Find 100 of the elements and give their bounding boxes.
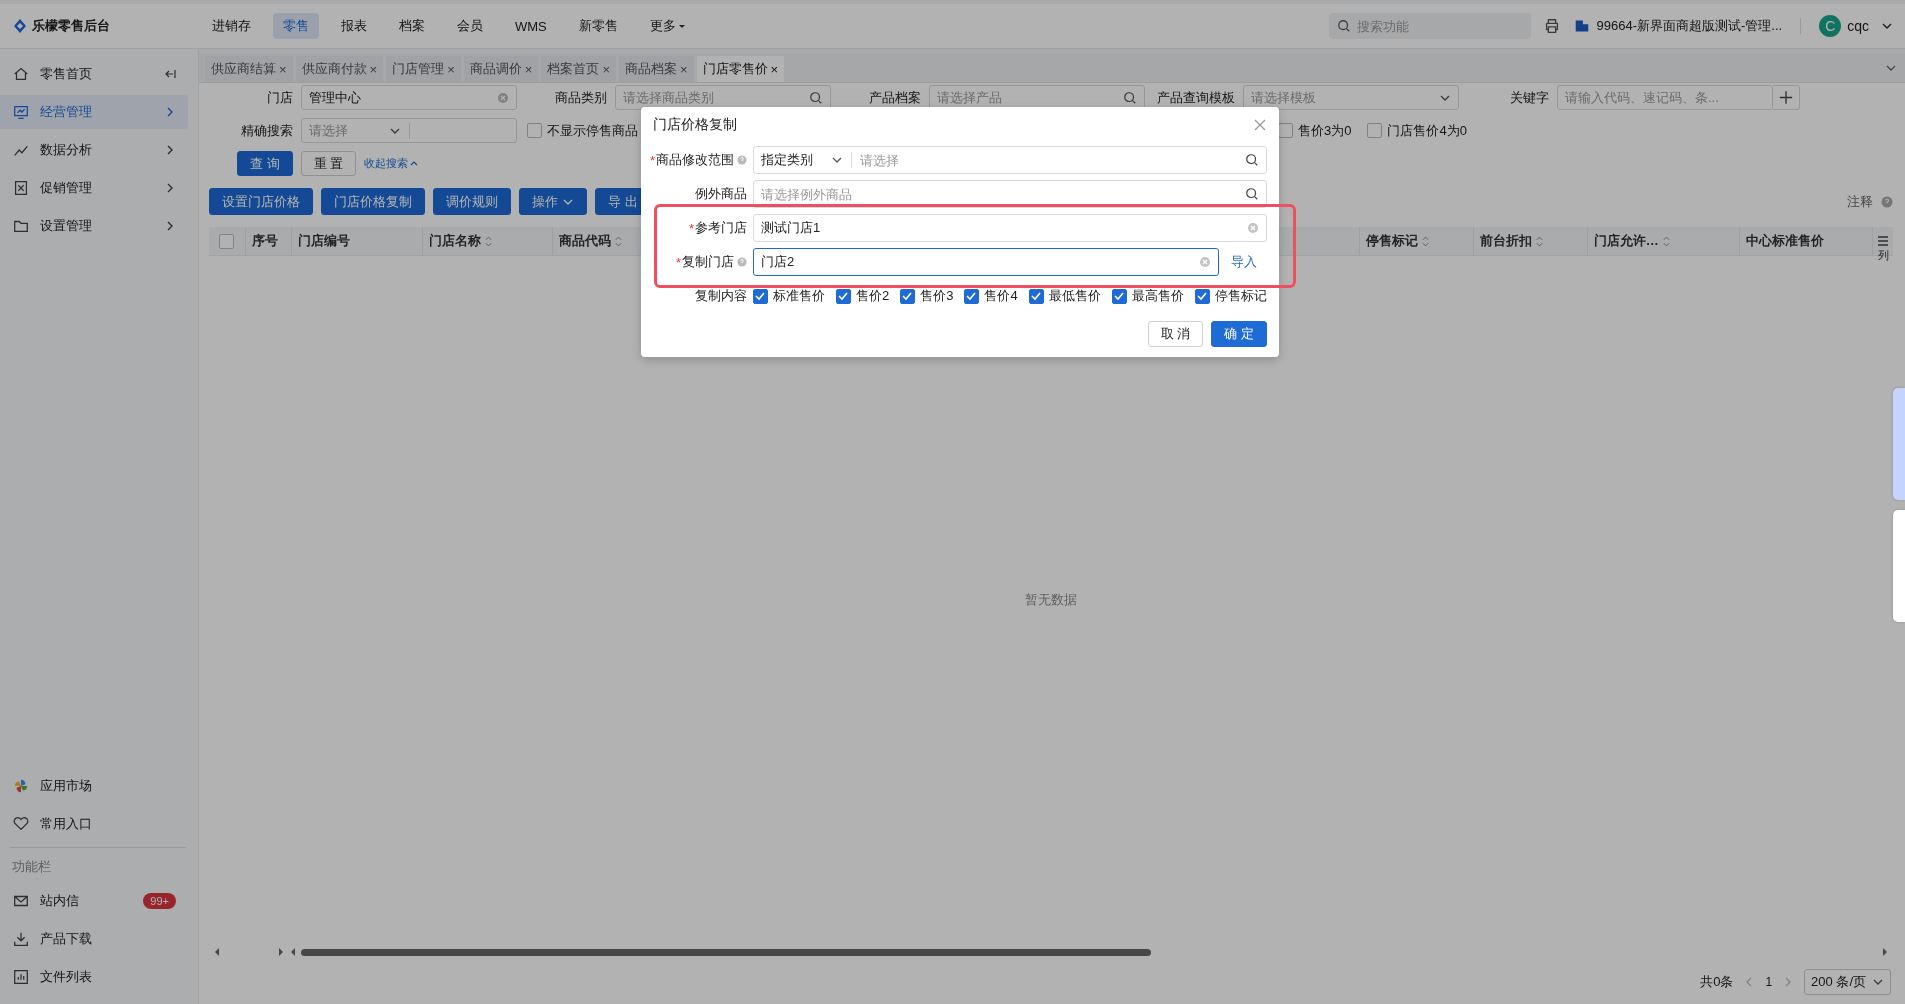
total-count: 共0条 (1700, 973, 1734, 991)
checkbox-label: 最高售价 (1131, 287, 1184, 305)
checkbox-label: 售价4 (984, 287, 1018, 305)
field-label: 精确搜索 (240, 121, 293, 140)
input-field[interactable]: 请选择 (309, 123, 385, 138)
page-tab[interactable]: 供应商付款 × (295, 56, 384, 82)
org-name[interactable]: 99664-新界面商超版测试-管理... (1596, 17, 1783, 35)
sidebar-item[interactable]: 站内信 99+ (0, 884, 188, 918)
sidebar-item[interactable]: 数据分析 (0, 133, 188, 167)
field-label: 复制门店 (682, 253, 734, 271)
sidebar-item[interactable]: 促销管理 (0, 171, 188, 205)
field-label: 商品修改范围 (656, 151, 734, 169)
input-field[interactable]: 管理中心 (309, 90, 493, 105)
sidebar-item[interactable]: 经营管理 (0, 95, 188, 129)
field-box[interactable]: 请选择例外商品 (753, 180, 1267, 208)
page-tab[interactable]: 门店管理 × (386, 56, 461, 82)
tab-close[interactable]: × (524, 61, 533, 77)
dialog-title: 门店价格复制 (653, 116, 737, 134)
section-title: 功能栏 (11, 858, 52, 876)
tab-close[interactable]: × (279, 61, 287, 77)
field-label: 例外商品 (695, 185, 747, 203)
field-label: 商品类别 (554, 88, 607, 107)
required-mark: * (688, 220, 694, 236)
tab-close[interactable]: × (602, 61, 610, 77)
field-label: 产品查询模板 (1156, 88, 1235, 107)
field-label: 关键字 (1509, 88, 1549, 107)
field-box[interactable]: 测试门店1 (753, 214, 1267, 242)
scope-field[interactable]: 指定类别 请选择 (753, 146, 1267, 174)
checkbox-label: 售价3 (920, 287, 954, 305)
reset-button[interactable]: 重 置 (300, 151, 357, 176)
action-button[interactable]: 调价规则 (433, 188, 511, 215)
count-badge: 99+ (143, 893, 176, 909)
checkbox-label: 停售标记 (1214, 287, 1267, 305)
column-header[interactable]: 商品代码 (559, 232, 612, 250)
tab-close[interactable]: × (679, 61, 688, 77)
page-tab[interactable]: 门店零售价 × (696, 56, 785, 82)
column-header[interactable]: 序号 (251, 232, 278, 250)
action-button[interactable]: 门店价格复制 (321, 188, 425, 215)
input-field[interactable]: 请选择产品 (937, 90, 1119, 105)
input-field[interactable]: 请选择模板 (1251, 90, 1435, 105)
sidebar-item[interactable]: 应用市场 (0, 769, 188, 803)
nav-item[interactable]: 会员 (447, 13, 493, 39)
nav-item[interactable]: 报表 (331, 13, 377, 39)
input-field[interactable]: 测试门店1 (761, 220, 1243, 236)
search-box[interactable]: 搜索功能 (1328, 13, 1531, 39)
field-label: 复制内容 (695, 287, 747, 305)
sidebar-item[interactable]: 产品下载 (0, 922, 188, 956)
page-tab[interactable]: 供应商结算 × (205, 56, 293, 82)
column-header[interactable]: 门店名称 (428, 232, 481, 250)
page-number[interactable]: 1 (1765, 975, 1773, 989)
confirm-button[interactable]: 确 定 (1211, 321, 1267, 347)
tab-close[interactable]: × (369, 61, 378, 77)
field-box[interactable]: 请选择 (301, 118, 517, 143)
nav-item[interactable]: 新零售 (568, 13, 628, 39)
input-field[interactable]: 请选择例外商品 (761, 186, 1241, 202)
column-header[interactable]: 门店允许… (1593, 232, 1659, 250)
action-button[interactable]: 操作 (519, 188, 587, 215)
column-header[interactable]: 停售标记 (1366, 232, 1419, 250)
page-tab[interactable]: 商品档案 × (618, 56, 694, 82)
cancel-button[interactable]: 取 消 (1147, 321, 1204, 347)
action-button[interactable]: 设置门店价格 (209, 188, 313, 215)
tab-close[interactable]: × (770, 61, 779, 77)
note-label[interactable]: 注释 (1847, 192, 1873, 211)
search-field[interactable]: 搜索功能 (1356, 18, 1523, 34)
input-field[interactable]: 请选择商品类别 (623, 90, 805, 105)
sidebar-item[interactable]: 零售首页 (0, 57, 188, 91)
nav-item[interactable]: 更多 (639, 13, 696, 39)
field-label: 参考门店 (695, 219, 747, 237)
checkbox-label: 售价3为0 (1298, 121, 1352, 140)
nav-item[interactable]: 档案 (389, 13, 435, 39)
checkbox-label: 标准售价 (773, 287, 825, 305)
input-field[interactable]: 请输入代码、速记码、条... (1565, 90, 1765, 105)
checkbox-label: 不显示停售商品 (547, 121, 638, 140)
sidebar-item[interactable]: 文件列表 (0, 960, 188, 994)
field-box[interactable]: 请选择模板 (1243, 85, 1459, 110)
field-box[interactable]: 管理中心 (301, 85, 517, 110)
user-name[interactable]: cqc (1847, 18, 1869, 34)
nav-item[interactable]: 进销存 (202, 13, 261, 39)
field-box[interactable]: 门店2 (753, 248, 1219, 276)
empty-text: 暂无数据 (1025, 591, 1077, 609)
nav-item[interactable]: WMS (505, 13, 557, 39)
column-header[interactable]: 中心标准售价 (1746, 232, 1825, 250)
column-header[interactable]: 门店编号 (297, 232, 350, 250)
collapse-link[interactable]: 收起搜索 (364, 156, 419, 171)
sidebar-item[interactable]: 常用入口 (0, 807, 188, 841)
checkbox-label: 最低售价 (1048, 287, 1101, 305)
sidebar-item[interactable]: 设置管理 (0, 209, 188, 243)
page-tab[interactable]: 档案首页 × (541, 56, 616, 82)
checkbox-label: 门店售价4为0 (1387, 121, 1467, 140)
column-settings-label[interactable]: 列 (1877, 248, 1889, 263)
input-field[interactable]: 门店2 (761, 254, 1195, 270)
query-button[interactable]: 查 询 (237, 151, 293, 176)
input-field[interactable]: 请选择 (860, 152, 1241, 168)
page-tab[interactable]: 商品调价 × (463, 56, 539, 82)
field-box[interactable]: 请输入代码、速记码、条... (1557, 85, 1773, 110)
required-mark: * (649, 152, 655, 168)
tab-close[interactable]: × (447, 61, 455, 77)
page-size-select[interactable]: 200 条/页 (1804, 969, 1891, 995)
column-header[interactable]: 前台折扣 (1479, 232, 1532, 250)
import-link[interactable]: 导入 (1231, 253, 1257, 271)
